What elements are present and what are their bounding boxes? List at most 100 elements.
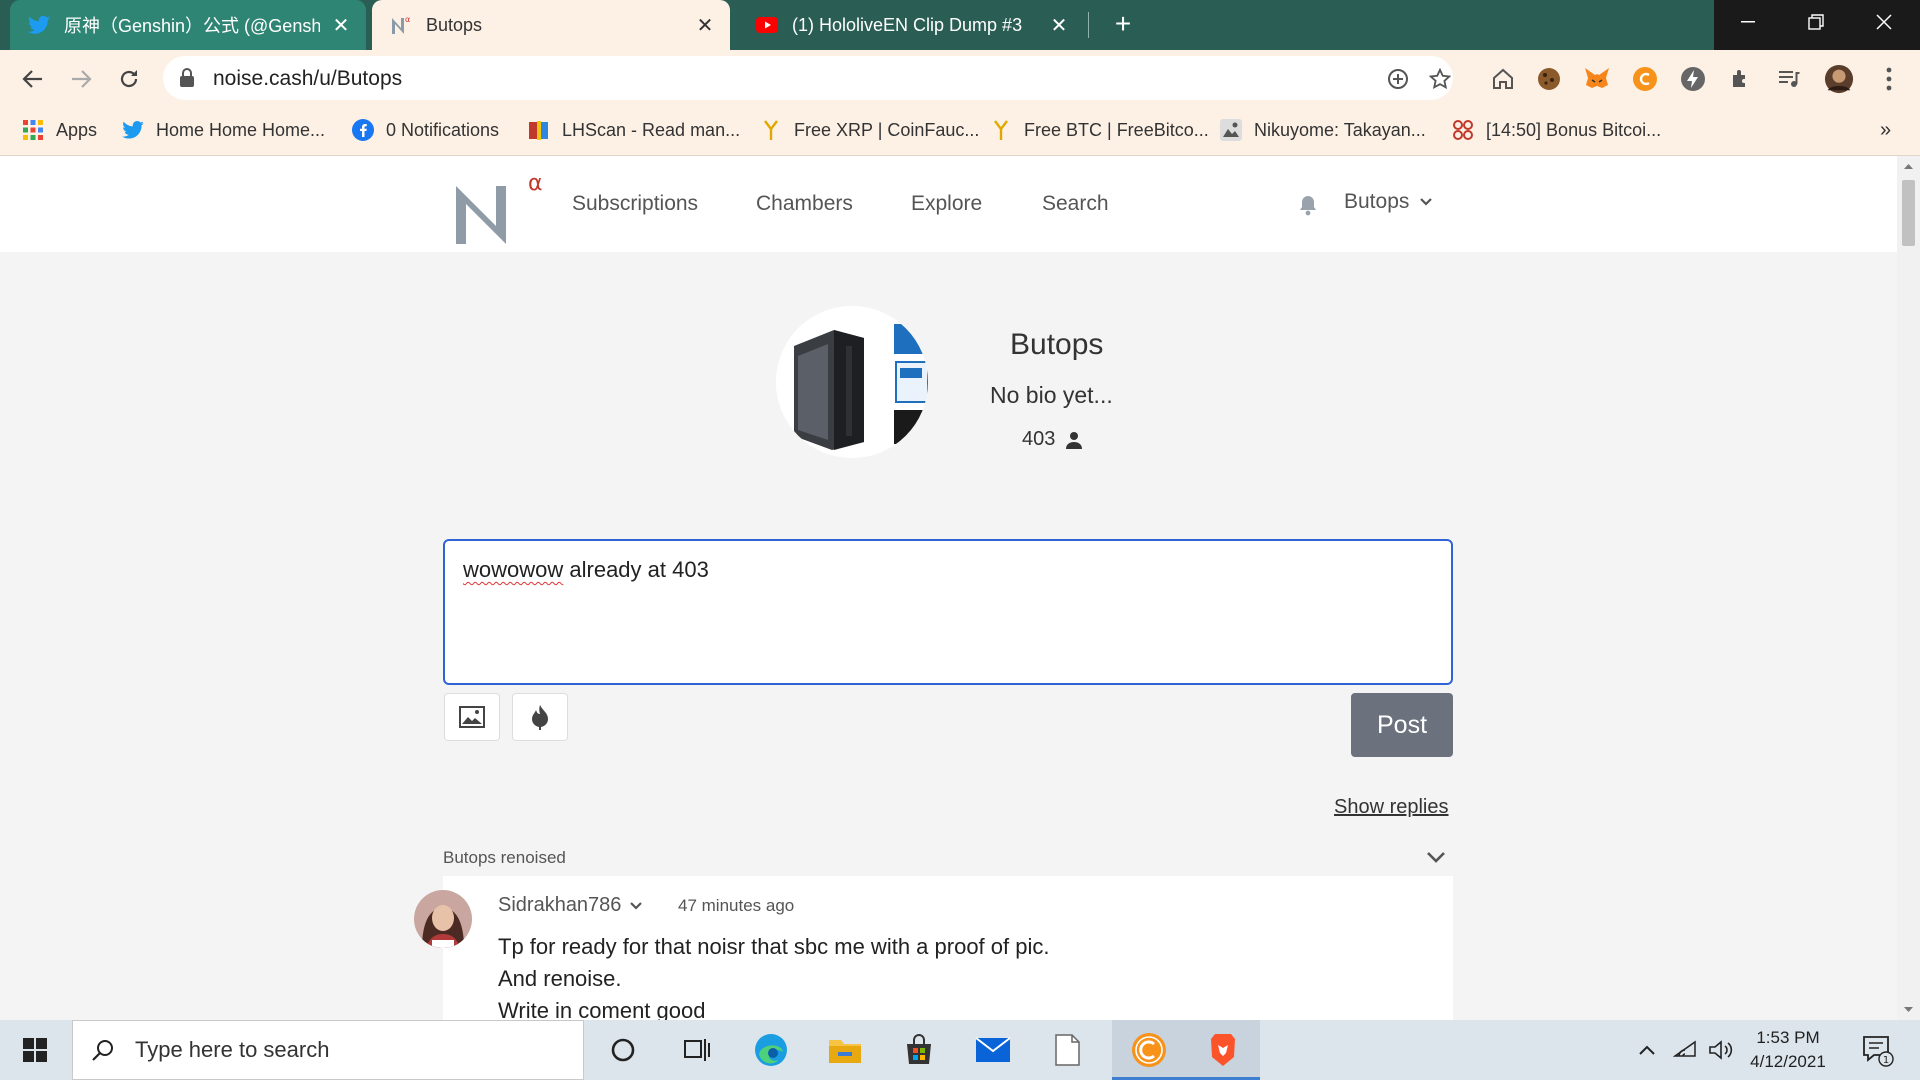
bookmark-facebook[interactable]: 0 Notifications — [352, 114, 499, 146]
star-icon[interactable] — [1427, 66, 1453, 92]
restore-icon[interactable] — [1782, 0, 1850, 44]
browser-toolbar: noise.cash/u/Butops Apps Home Home Home.… — [0, 50, 1920, 156]
profile-avatar-icon[interactable] — [1824, 64, 1854, 94]
nav-chambers[interactable]: Chambers — [756, 192, 853, 216]
twitter-icon — [122, 119, 144, 141]
task-view-icon[interactable] — [660, 1020, 734, 1080]
profile-avatar — [776, 306, 928, 458]
tab-divider — [1088, 12, 1089, 38]
menu-dots-icon[interactable] — [1874, 64, 1904, 94]
composer-typo-word: wowowow — [463, 557, 564, 582]
author-name[interactable]: Sidrakhan786 — [498, 894, 643, 917]
taskbar-search-input[interactable] — [135, 1037, 535, 1063]
home-icon[interactable] — [1488, 64, 1518, 94]
add-chamber-button[interactable] — [512, 693, 568, 741]
youtube-icon — [756, 14, 778, 36]
bolt-icon[interactable] — [1678, 64, 1708, 94]
tab-title: Butops — [426, 14, 483, 35]
tray-overflow-chevron-icon[interactable] — [1632, 1020, 1662, 1080]
brave-browser-icon[interactable] — [1186, 1020, 1260, 1080]
reload-icon — [120, 70, 138, 88]
close-icon[interactable]: ✕ — [1048, 14, 1070, 37]
volume-icon[interactable] — [1706, 1020, 1736, 1080]
logo-alpha-badge: α — [528, 171, 543, 196]
page-scrollbar[interactable] — [1897, 156, 1920, 1020]
back-button[interactable] — [16, 62, 50, 96]
bell-icon[interactable] — [1298, 194, 1320, 218]
tab-genshin[interactable]: 原神（Genshin）公式 (@Genshin ✕ — [10, 0, 366, 50]
forward-button[interactable] — [64, 62, 98, 96]
edge-icon[interactable] — [734, 1020, 808, 1080]
close-icon[interactable]: ✕ — [694, 14, 716, 37]
nav-explore[interactable]: Explore — [911, 192, 982, 216]
post-composer-input[interactable]: wowowow already at 403 — [443, 539, 1453, 685]
close-icon[interactable]: ✕ — [330, 14, 352, 37]
reload-button[interactable] — [112, 62, 146, 96]
bookmark-label: 0 Notifications — [386, 119, 500, 140]
post-button[interactable]: Post — [1351, 693, 1453, 757]
scroll-down-icon — [1904, 1007, 1913, 1012]
show-replies-link[interactable]: Show replies — [1334, 796, 1449, 819]
noise-logo[interactable]: α — [452, 166, 544, 244]
url-text: noise.cash/u/Butops — [213, 67, 403, 90]
bookmark-lhscan[interactable]: LHScan - Read man... — [528, 114, 740, 146]
faucet-icon — [990, 119, 1012, 141]
bookmark-free-xrp[interactable]: Free XRP | CoinFauc... — [760, 114, 979, 146]
book-icon — [528, 119, 550, 141]
profile-name: Butops — [1010, 328, 1104, 361]
microsoft-store-icon[interactable] — [882, 1020, 956, 1080]
nav-search[interactable]: Search — [1042, 192, 1109, 216]
window-controls — [1714, 0, 1920, 50]
coin-c-icon[interactable] — [1630, 64, 1660, 94]
add-circle-icon[interactable] — [1385, 66, 1411, 92]
minimize-icon[interactable] — [1714, 0, 1782, 44]
flame-icon — [532, 705, 548, 730]
user-menu[interactable]: Butops — [1344, 190, 1433, 214]
bookmark-label: Nikuyome: Takayan... — [1254, 119, 1426, 140]
notepad-icon[interactable] — [1030, 1020, 1104, 1080]
tab-hololive[interactable]: (1) HololiveEN Clip Dump #3 ✕ — [738, 0, 1084, 50]
chevron-down-icon — [630, 901, 643, 910]
subscriber-count[interactable]: 403 — [1022, 428, 1083, 451]
add-image-button[interactable] — [444, 693, 500, 741]
file-explorer-icon[interactable] — [808, 1020, 882, 1080]
noise-icon: α — [390, 14, 412, 36]
media-queue-icon[interactable] — [1774, 64, 1804, 94]
bookmark-label: Free XRP | CoinFauc... — [794, 119, 980, 140]
user-icon — [1066, 431, 1083, 449]
pc-tower-image — [776, 306, 928, 458]
bookmark-nikuyome[interactable]: Nikuyome: Takayan... — [1220, 114, 1426, 146]
browser-tab-bar: 原神（Genshin）公式 (@Genshin ✕ α Butops ✕ (1)… — [0, 0, 1920, 50]
start-button[interactable] — [0, 1020, 70, 1080]
close-window-icon[interactable] — [1850, 0, 1918, 44]
puzzle-icon[interactable] — [1726, 64, 1756, 94]
metamask-fox-icon[interactable] — [1582, 64, 1612, 94]
scrollbar-thumb[interactable] — [1902, 180, 1915, 246]
post-timestamp[interactable]: 47 minutes ago — [678, 896, 794, 916]
more-bookmarks-button[interactable]: » — [1880, 114, 1891, 146]
bookmark-free-btc[interactable]: Free BTC | FreeBitco... — [990, 114, 1209, 146]
new-tab-button[interactable]: + — [1108, 10, 1138, 40]
mail-icon[interactable] — [956, 1020, 1030, 1080]
windows-taskbar: 1:53 PM 4/12/2021 1 — [0, 1020, 1920, 1080]
taskbar-search[interactable] — [72, 1020, 584, 1080]
wifi-icon[interactable] — [1670, 1020, 1700, 1080]
bookmark-bonus-bitcoin[interactable]: [14:50] Bonus Bitcoi... — [1452, 114, 1661, 146]
author-avatar[interactable] — [414, 890, 472, 948]
cortana-icon[interactable] — [586, 1020, 660, 1080]
system-clock[interactable]: 1:53 PM 4/12/2021 — [1738, 1026, 1838, 1074]
bookmark-label: Home Home Home... — [156, 119, 326, 140]
cookie-icon[interactable] — [1534, 64, 1564, 94]
user-menu-name: Butops — [1344, 190, 1410, 213]
coin-app-icon[interactable] — [1112, 1020, 1186, 1080]
tab-butops[interactable]: α Butops ✕ — [372, 0, 730, 50]
author-name-text: Sidrakhan786 — [498, 894, 622, 916]
bookmark-twitter[interactable]: Home Home Home... — [122, 114, 325, 146]
bookmark-apps[interactable]: Apps — [22, 114, 97, 146]
action-center-icon[interactable]: 1 — [1852, 1020, 1902, 1080]
nav-subscriptions[interactable]: Subscriptions — [572, 192, 698, 216]
post-body-line: Write in coment good — [498, 998, 706, 1020]
chevron-down-icon[interactable] — [1425, 850, 1447, 866]
site-header: α Subscriptions Chambers Explore Search … — [0, 156, 1897, 252]
address-bar[interactable]: noise.cash/u/Butops — [163, 56, 1453, 100]
